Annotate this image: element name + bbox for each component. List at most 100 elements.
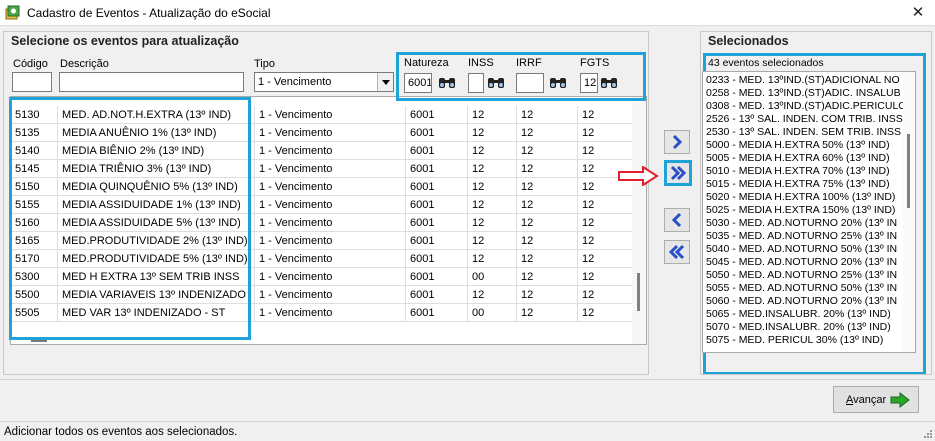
cell-tipo: 1 - Vencimento	[255, 304, 406, 322]
cell-irrf: 12	[517, 232, 578, 250]
list-item[interactable]: 5040 - MED. AD.NOTURNO 50% (13º IN	[706, 243, 897, 256]
tipo-select[interactable]: 1 - Vencimento	[254, 72, 394, 92]
green-arrow-icon	[890, 392, 910, 408]
list-item[interactable]: 5065 - MED.INSALUBR. 20% (13º IND)	[706, 308, 891, 321]
inss-input[interactable]	[468, 73, 484, 93]
cell-natureza: 6001	[406, 214, 468, 232]
cell-irrf: 12	[517, 160, 578, 178]
table-row[interactable]: 5135 MEDIA ANUÊNIO 1% (13º IND) 1 - Vencim…	[11, 124, 633, 142]
list-item[interactable]: 5035 - MED. AD.NOTURNO 25% (13º IN	[706, 230, 897, 243]
list-item[interactable]: 5030 - MED. AD.NOTURNO 20% (13º IN	[706, 217, 897, 230]
list-item[interactable]: 5015 - MEDIA H.EXTRA 75% (13º IND)	[706, 178, 890, 191]
fgts-label: FGTS	[580, 57, 610, 69]
grid-vertical-scrollbar[interactable]	[632, 97, 646, 344]
remove-all-button[interactable]	[664, 240, 690, 264]
natureza-input[interactable]: 6001	[404, 73, 432, 93]
list-item[interactable]: 5050 - MED. AD.NOTURNO 25% (13º IN	[706, 269, 897, 282]
descricao-input[interactable]	[59, 72, 244, 92]
list-item[interactable]: 0258 - MED. 13ºIND.(ST)ADIC. INSALUB	[706, 87, 901, 100]
chevron-left-icon	[671, 212, 682, 228]
cell-irrf: 12	[517, 250, 578, 268]
cell-tipo: 1 - Vencimento	[255, 286, 406, 304]
cell-natureza: 6001	[406, 178, 468, 196]
list-item[interactable]: 2526 - 13º SAL. INDEN. COM TRIB. INSS	[706, 113, 903, 126]
selected-scroll-thumb[interactable]	[907, 134, 910, 208]
cell-fgts: 12	[578, 196, 633, 214]
cell-descricao: MEDIA ANUÊNIO 1% (13º IND)	[58, 124, 255, 142]
list-item[interactable]: 5045 - MED. AD.NOTURNO 20% (13º IN	[706, 256, 897, 269]
cell-inss: 12	[468, 196, 517, 214]
cell-natureza: 6001	[406, 142, 468, 160]
cell-codigo: 5500	[11, 286, 58, 304]
advance-button[interactable]: Avançar	[833, 386, 919, 413]
selected-vertical-scrollbar[interactable]	[903, 72, 915, 352]
status-bar: Adicionar todos os eventos aos seleciona…	[0, 421, 935, 441]
table-row[interactable]: 5150 MEDIA QUINQUÊNIO 5% (13º IND) 1 - Ven…	[11, 178, 633, 196]
cell-codigo: 5170	[11, 250, 58, 268]
cell-fgts: 12	[578, 106, 633, 124]
remove-selected-button[interactable]	[664, 208, 690, 232]
red-arrow-icon	[618, 166, 659, 186]
selected-listbox[interactable]: 0233 - MED. 13ºIND.(ST)ADICIONAL NO 0258 …	[702, 71, 916, 353]
table-row[interactable]: 5500 MEDIA VARIAVEIS 13º INDENIZADO 1 - Ve…	[11, 286, 633, 304]
cell-natureza: 6001	[406, 160, 468, 178]
codigo-input[interactable]	[12, 72, 52, 92]
grid-hscroll-thumb[interactable]	[31, 340, 47, 342]
advance-label-rest: vançar	[853, 394, 887, 406]
add-selected-button[interactable]	[664, 130, 690, 154]
resize-grip-icon[interactable]	[923, 429, 933, 439]
codigo-label: Código	[13, 58, 48, 70]
events-grid[interactable]: 5130 MED. AD.NOT.H.EXTRA (13º IND) 1 - Ven…	[10, 96, 647, 345]
list-item[interactable]: 5070 - MED.INSALUBR. 20% (13º IND)	[706, 321, 891, 334]
binoculars-icon[interactable]	[600, 75, 618, 89]
cell-inss: 12	[468, 106, 517, 124]
close-icon[interactable]: ✕	[901, 0, 935, 26]
cell-codigo: 5300	[11, 268, 58, 286]
add-all-button[interactable]	[664, 160, 692, 186]
table-row[interactable]: 5155 MEDIA ASSIDUIDADE 1% (13º IND) 1 - Ve…	[11, 196, 633, 214]
cell-tipo: 1 - Vencimento	[255, 178, 406, 196]
cell-codigo: 5505	[11, 304, 58, 322]
cell-irrf: 12	[517, 286, 578, 304]
app-icon	[5, 5, 20, 20]
table-row[interactable]: 5505 MED VAR 13º INDENIZADO - ST 1 - Venci…	[11, 304, 633, 322]
cell-descricao: MED.PRODUTIVIDADE 5% (13º IND)	[58, 250, 255, 268]
irrf-input[interactable]	[516, 73, 544, 93]
list-item[interactable]: 5005 - MEDIA H.EXTRA 60% (13º IND)	[706, 152, 890, 165]
cell-tipo: 1 - Vencimento	[255, 196, 406, 214]
table-row[interactable]: 5170 MED.PRODUTIVIDADE 5% (13º IND) 1 - Ve…	[11, 250, 633, 268]
binoculars-icon[interactable]	[549, 75, 567, 89]
list-item[interactable]: 5055 - MED. AD.NOTURNO 50% (13º IN	[706, 282, 897, 295]
list-item[interactable]: 5075 - MED. PERICUL 30% (13º IND)	[706, 334, 883, 347]
table-row[interactable]: 5130 MED. AD.NOT.H.EXTRA (13º IND) 1 - Ven…	[11, 106, 633, 124]
cell-natureza: 6001	[406, 232, 468, 250]
cell-codigo: 5140	[11, 142, 58, 160]
table-row[interactable]: 5300 MED H EXTRA 13º SEM TRIB INSS 1 - Ven…	[11, 268, 633, 286]
list-item[interactable]: 0308 - MED. 13ºIND.(ST)ADIC.PERICULO	[706, 100, 906, 113]
cell-inss: 12	[468, 124, 517, 142]
tipo-select-value: 1 - Vencimento	[258, 76, 332, 88]
cell-descricao: MED.PRODUTIVIDADE 2% (13º IND)	[58, 232, 255, 250]
table-row[interactable]: 5140 MEDIA BIÊNIO 2% (13º IND) 1 - Vencime…	[11, 142, 633, 160]
list-item[interactable]: 5000 - MEDIA H.EXTRA 50% (13º IND)	[706, 139, 890, 152]
cell-codigo: 5135	[11, 124, 58, 142]
cell-inss: 00	[468, 304, 517, 322]
footer-divider	[0, 379, 935, 380]
chevron-down-icon[interactable]	[377, 73, 393, 91]
table-row[interactable]: 5165 MED.PRODUTIVIDADE 2% (13º IND) 1 - Ve…	[11, 232, 633, 250]
cell-codigo: 5145	[11, 160, 58, 178]
list-item[interactable]: 5060 - MED. AD.NOTURNO 20% (13º IN	[706, 295, 897, 308]
grid-scroll-thumb[interactable]	[637, 273, 640, 311]
table-row[interactable]: 5160 MEDIA ASSIDUIDADE 5% (13º IND) 1 - Ve…	[11, 214, 633, 232]
fgts-input[interactable]: 12	[580, 73, 598, 93]
list-item[interactable]: 0233 - MED. 13ºIND.(ST)ADICIONAL NO	[706, 74, 900, 87]
list-item[interactable]: 2530 - 13º SAL. INDEN. SEM TRIB. INSS	[706, 126, 901, 139]
list-item[interactable]: 5020 - MEDIA H.EXTRA 100% (13º IND)	[706, 191, 895, 204]
status-text: Adicionar todos os eventos aos seleciona…	[4, 426, 238, 438]
cell-inss: 12	[468, 160, 517, 178]
list-item[interactable]: 5010 - MEDIA H.EXTRA 70% (13º IND)	[706, 165, 890, 178]
list-item[interactable]: 5025 - MEDIA H.EXTRA 150% (13º IND)	[706, 204, 895, 217]
binoculars-icon[interactable]	[438, 75, 456, 89]
table-row[interactable]: 5145 MEDIA TRIÊNIO 3% (13º IND) 1 - Vencim…	[11, 160, 633, 178]
binoculars-icon[interactable]	[487, 75, 505, 89]
